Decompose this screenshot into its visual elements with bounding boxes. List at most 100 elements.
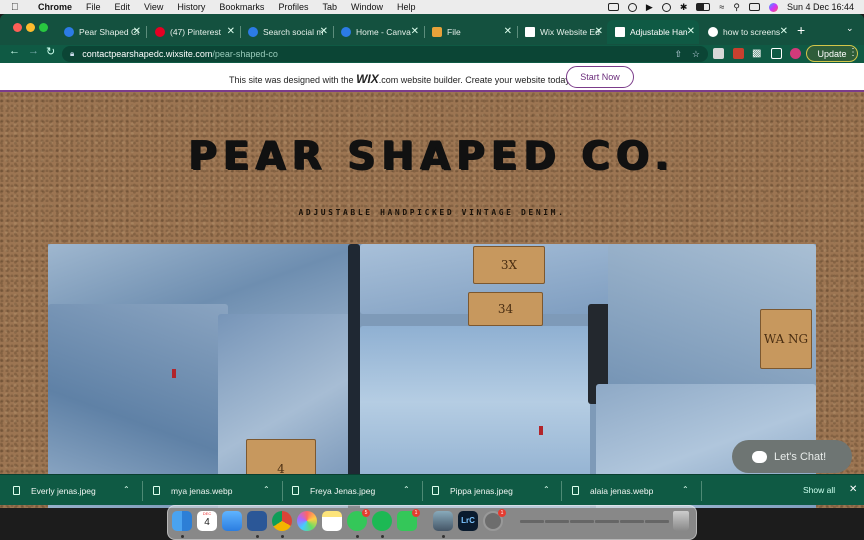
chevron-up-icon[interactable]: ⌃: [682, 485, 689, 494]
download-item[interactable]: alaia jenas.webp ⌃: [572, 475, 700, 506]
site-tagline: ADJUSTABLE HANDPICKED VINTAGE DENIM.: [298, 208, 566, 217]
search-icon[interactable]: ⚲: [733, 2, 740, 13]
zoom-window-icon[interactable]: [39, 23, 48, 32]
close-tab-icon[interactable]: ✕: [504, 26, 512, 37]
close-window-icon[interactable]: [13, 23, 22, 32]
tab-how-to-screenshot[interactable]: how to screens ✕: [700, 20, 792, 44]
show-all-button[interactable]: Show all: [803, 485, 835, 495]
webpage: This site was designed with the WIX.com …: [0, 63, 864, 508]
mail-icon[interactable]: [222, 511, 242, 531]
macos-dock: DEC 4 5 1 LrC 1: [167, 505, 697, 540]
tab-home-canva[interactable]: Home - Canva ✕: [333, 20, 423, 44]
finder-icon[interactable]: [172, 511, 192, 531]
menu-file[interactable]: File: [86, 2, 101, 12]
menu-view[interactable]: View: [144, 2, 163, 12]
lightroom-icon[interactable]: LrC: [458, 511, 478, 531]
forward-icon[interactable]: →: [28, 45, 39, 57]
chevron-up-icon[interactable]: ⌃: [543, 485, 550, 494]
close-tab-icon[interactable]: ✕: [320, 26, 328, 37]
screen-record-icon[interactable]: [607, 3, 619, 11]
close-tab-icon[interactable]: ✕: [595, 26, 603, 37]
chrome-icon[interactable]: [272, 511, 292, 531]
preview-icon[interactable]: [433, 511, 453, 531]
url-path: /pear-shaped-co: [212, 49, 278, 59]
extension-icon[interactable]: [713, 48, 724, 59]
more-menu-icon[interactable]: ⋮: [848, 47, 858, 58]
file-icon: [153, 486, 160, 495]
close-tab-icon[interactable]: ✕: [687, 26, 695, 37]
dock-stack-item[interactable]: [645, 520, 669, 523]
dock-stack-item[interactable]: [620, 520, 644, 523]
bookmark-star-icon[interactable]: ☆: [692, 49, 700, 60]
chevron-up-icon[interactable]: ⌃: [403, 485, 410, 494]
reload-icon[interactable]: ↻: [46, 45, 55, 58]
download-item[interactable]: Everly jenas.jpeg ⌃: [13, 475, 141, 506]
sync-icon[interactable]: [661, 2, 671, 12]
side-panel-icon[interactable]: [771, 48, 782, 59]
close-downloads-icon[interactable]: ✕: [849, 484, 857, 495]
download-item[interactable]: mya jenas.webp ⌃: [153, 475, 281, 506]
tab-search-chevron-icon[interactable]: ⌄: [846, 23, 854, 34]
siri-icon[interactable]: [768, 2, 778, 12]
photos-icon[interactable]: [297, 511, 317, 531]
play-icon[interactable]: ▶: [646, 2, 653, 13]
system-preferences-badge: 1: [498, 509, 506, 517]
battery-icon[interactable]: [696, 3, 711, 11]
menu-edit[interactable]: Edit: [115, 2, 131, 12]
menu-app-name[interactable]: Chrome: [38, 2, 72, 12]
timer-icon[interactable]: [627, 2, 637, 12]
url-host: contactpearshapedc.wixsite.com: [82, 49, 213, 59]
chevron-up-icon[interactable]: ⌃: [263, 485, 270, 494]
dock-stack-item[interactable]: [595, 520, 619, 523]
tab-label: Search social m: [263, 27, 323, 37]
share-icon[interactable]: ⇧: [674, 49, 682, 60]
profile-avatar[interactable]: [790, 48, 801, 59]
lets-chat-button[interactable]: Let's Chat!: [732, 440, 852, 473]
tab-pear-shaped[interactable]: Pear Shaped Co ✕: [56, 20, 145, 44]
tab-adjustable-active[interactable]: Adjustable Han ✕: [607, 20, 699, 44]
menu-tab[interactable]: Tab: [322, 2, 337, 12]
menu-history[interactable]: History: [177, 2, 205, 12]
tab-file[interactable]: File ✕: [424, 20, 516, 44]
back-icon[interactable]: ←: [9, 45, 20, 57]
close-tab-icon[interactable]: ✕: [780, 26, 788, 37]
wix-icon: [525, 27, 535, 37]
extensions-puzzle-icon[interactable]: ▩: [752, 48, 763, 59]
dock-stack-item[interactable]: [570, 520, 594, 523]
menu-profiles[interactable]: Profiles: [278, 2, 308, 12]
new-tab-icon[interactable]: +: [797, 22, 805, 38]
dock-stack-item[interactable]: [545, 520, 569, 523]
dock-stack-item[interactable]: [520, 520, 544, 523]
menu-bookmarks[interactable]: Bookmarks: [219, 2, 264, 12]
apple-menu-icon[interactable]: : [11, 2, 21, 13]
wifi-icon[interactable]: ≈: [719, 2, 724, 12]
word-icon[interactable]: [247, 511, 267, 531]
leather-patch: 34: [468, 292, 543, 326]
lock-icon[interactable]: 🔒︎: [70, 49, 74, 59]
spotify-icon[interactable]: [372, 511, 392, 531]
tab-search-social[interactable]: Search social m ✕: [240, 20, 332, 44]
control-center-icon[interactable]: [748, 3, 760, 11]
menu-help[interactable]: Help: [397, 2, 416, 12]
close-tab-icon[interactable]: ✕: [227, 26, 235, 37]
tab-wix-editor[interactable]: Wix Website Ed ✕: [517, 20, 607, 44]
clock[interactable]: Sun 4 Dec 16:44: [787, 2, 854, 12]
bluetooth-icon[interactable]: ✱: [680, 2, 688, 13]
tab-pinterest[interactable]: (47) Pinterest ✕: [147, 20, 239, 44]
menu-window[interactable]: Window: [351, 2, 383, 12]
tab-label: Wix Website Ed: [540, 27, 600, 37]
download-item[interactable]: Freya Jenas.jpeg ⌃: [292, 475, 420, 506]
start-now-button[interactable]: Start Now: [566, 66, 634, 88]
site-title: PEAR SHAPED CO.: [188, 134, 676, 179]
notes-icon[interactable]: [322, 511, 342, 531]
extension-icon[interactable]: [733, 48, 744, 59]
close-tab-icon[interactable]: ✕: [411, 26, 419, 37]
minimize-window-icon[interactable]: [26, 23, 35, 32]
chevron-up-icon[interactable]: ⌃: [123, 485, 130, 494]
close-tab-icon[interactable]: ✕: [133, 26, 141, 37]
download-item[interactable]: Pippa jenas.jpeg ⌃: [432, 475, 560, 506]
trash-icon[interactable]: [673, 511, 689, 531]
address-bar[interactable]: 🔒︎ contactpearshapedc.wixsite.com/pear-s…: [62, 46, 708, 62]
downloads-bar: Everly jenas.jpeg ⌃ mya jenas.webp ⌃ Fre…: [0, 474, 864, 505]
calendar-icon[interactable]: DEC 4: [197, 511, 217, 531]
